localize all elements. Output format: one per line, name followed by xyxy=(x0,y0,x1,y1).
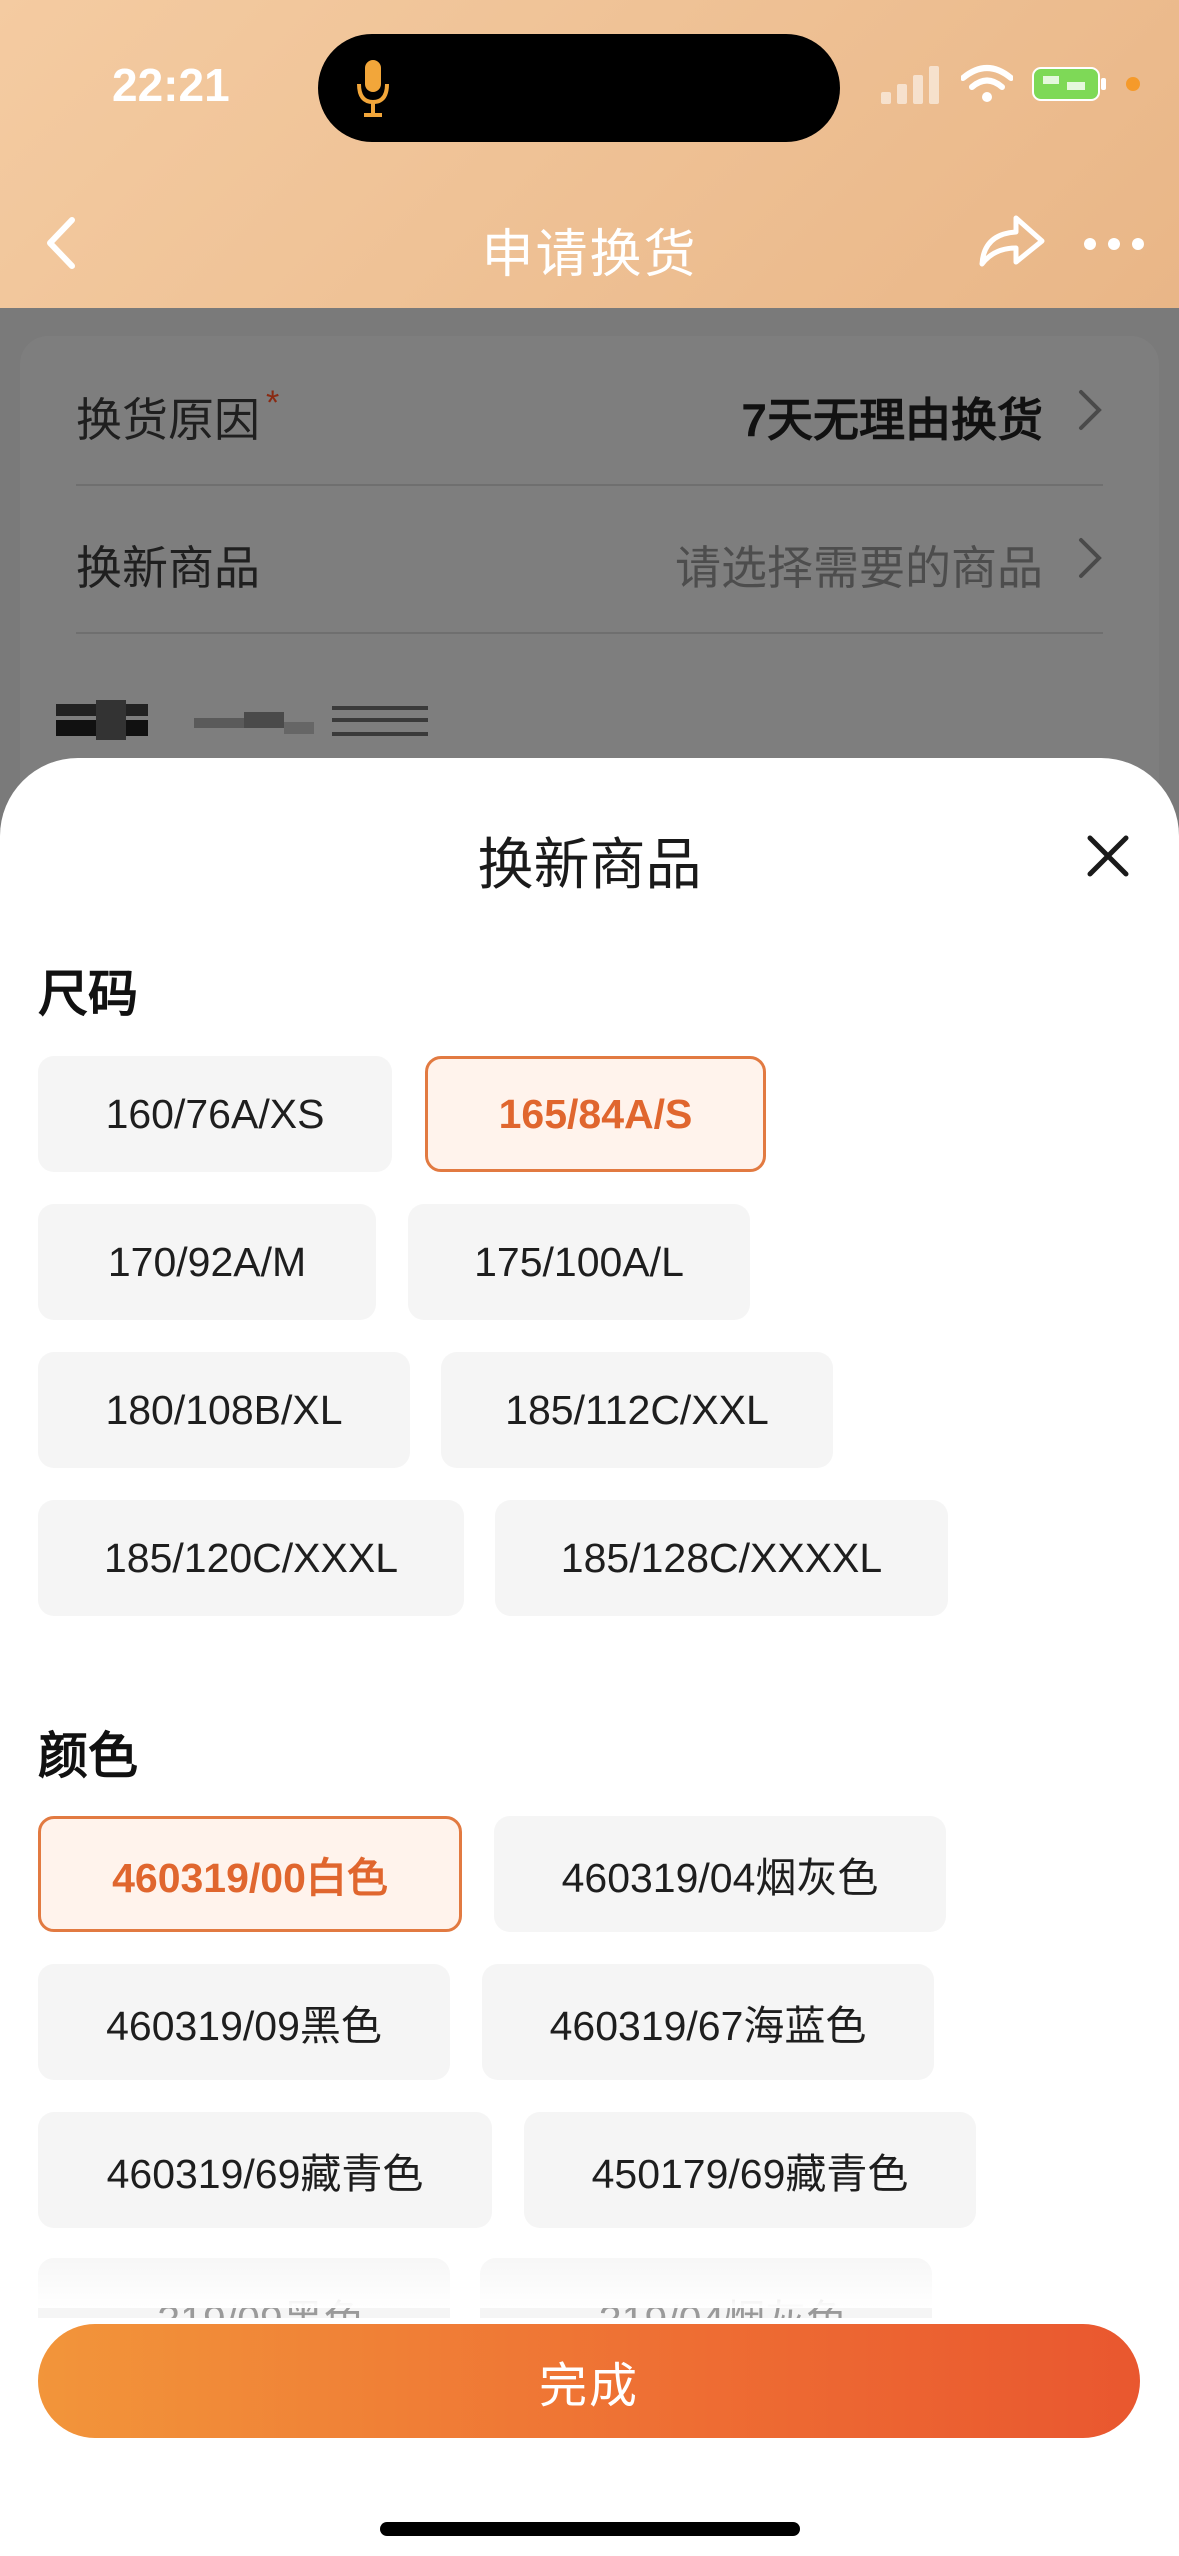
color-option-selected[interactable]: 460319/00白色 xyxy=(38,1816,462,1932)
bottom-sheet: 换新商品 尺码 160/76A/XS 165/84A/S 170/92A/M 1… xyxy=(0,758,1179,2556)
mic-icon xyxy=(357,60,389,117)
share-icon[interactable] xyxy=(976,212,1046,270)
size-option[interactable]: 185/120C/XXXL xyxy=(38,1500,464,1616)
color-option[interactable]: 450179/69藏青色 xyxy=(524,2112,976,2228)
more-icon[interactable] xyxy=(1082,226,1146,262)
required-mark: * xyxy=(266,384,280,422)
size-option[interactable]: 170/92A/M xyxy=(38,1204,376,1320)
new-item-placeholder: 请选择需要的商品 xyxy=(675,542,1043,594)
chevron-right-icon xyxy=(1079,390,1102,430)
color-option[interactable]: 460319/04烟灰色 xyxy=(494,1816,946,1932)
reason-row[interactable]: 换货原因 * 7天无理由换货 xyxy=(76,336,1103,486)
done-button[interactable]: 完成 xyxy=(38,2324,1140,2438)
dynamic-island xyxy=(318,34,840,142)
header-bar: 22:21 申请换货 xyxy=(0,0,1179,308)
new-item-row[interactable]: 换新商品 请选择需要的商品 xyxy=(76,484,1103,634)
battery-icon xyxy=(1032,67,1106,101)
size-section-title: 尺码 xyxy=(38,966,138,1022)
reason-label: 换货原因 xyxy=(76,394,260,446)
chevron-right-icon xyxy=(1079,538,1102,578)
status-time: 22:21 xyxy=(112,59,230,111)
color-option[interactable]: 460319/69藏青色 xyxy=(38,2112,492,2228)
status-icons xyxy=(881,64,1141,104)
size-option[interactable]: 160/76A/XS xyxy=(38,1056,392,1172)
color-option[interactable]: 460319/09黑色 xyxy=(38,1964,450,2080)
reason-value: 7天无理由换货 xyxy=(741,394,1043,446)
size-option-selected[interactable]: 165/84A/S xyxy=(425,1056,766,1172)
new-item-label: 换新商品 xyxy=(76,542,260,594)
size-option[interactable]: 180/108B/XL xyxy=(38,1352,410,1468)
sheet-title: 换新商品 xyxy=(477,833,702,896)
privacy-dot-icon xyxy=(1126,77,1140,91)
close-icon[interactable] xyxy=(1078,826,1138,886)
scroll-fade xyxy=(0,2248,1179,2308)
size-option[interactable]: 185/112C/XXL xyxy=(441,1352,833,1468)
redacted-text xyxy=(56,700,428,740)
signal-icon xyxy=(881,66,939,104)
wifi-icon xyxy=(961,65,1013,102)
color-option[interactable]: 460319/67海蓝色 xyxy=(482,1964,934,2080)
home-indicator xyxy=(380,2522,800,2536)
size-option[interactable]: 185/128C/XXXXL xyxy=(495,1500,948,1616)
color-section-title: 颜色 xyxy=(38,1728,138,1784)
size-option[interactable]: 175/100A/L xyxy=(408,1204,750,1320)
